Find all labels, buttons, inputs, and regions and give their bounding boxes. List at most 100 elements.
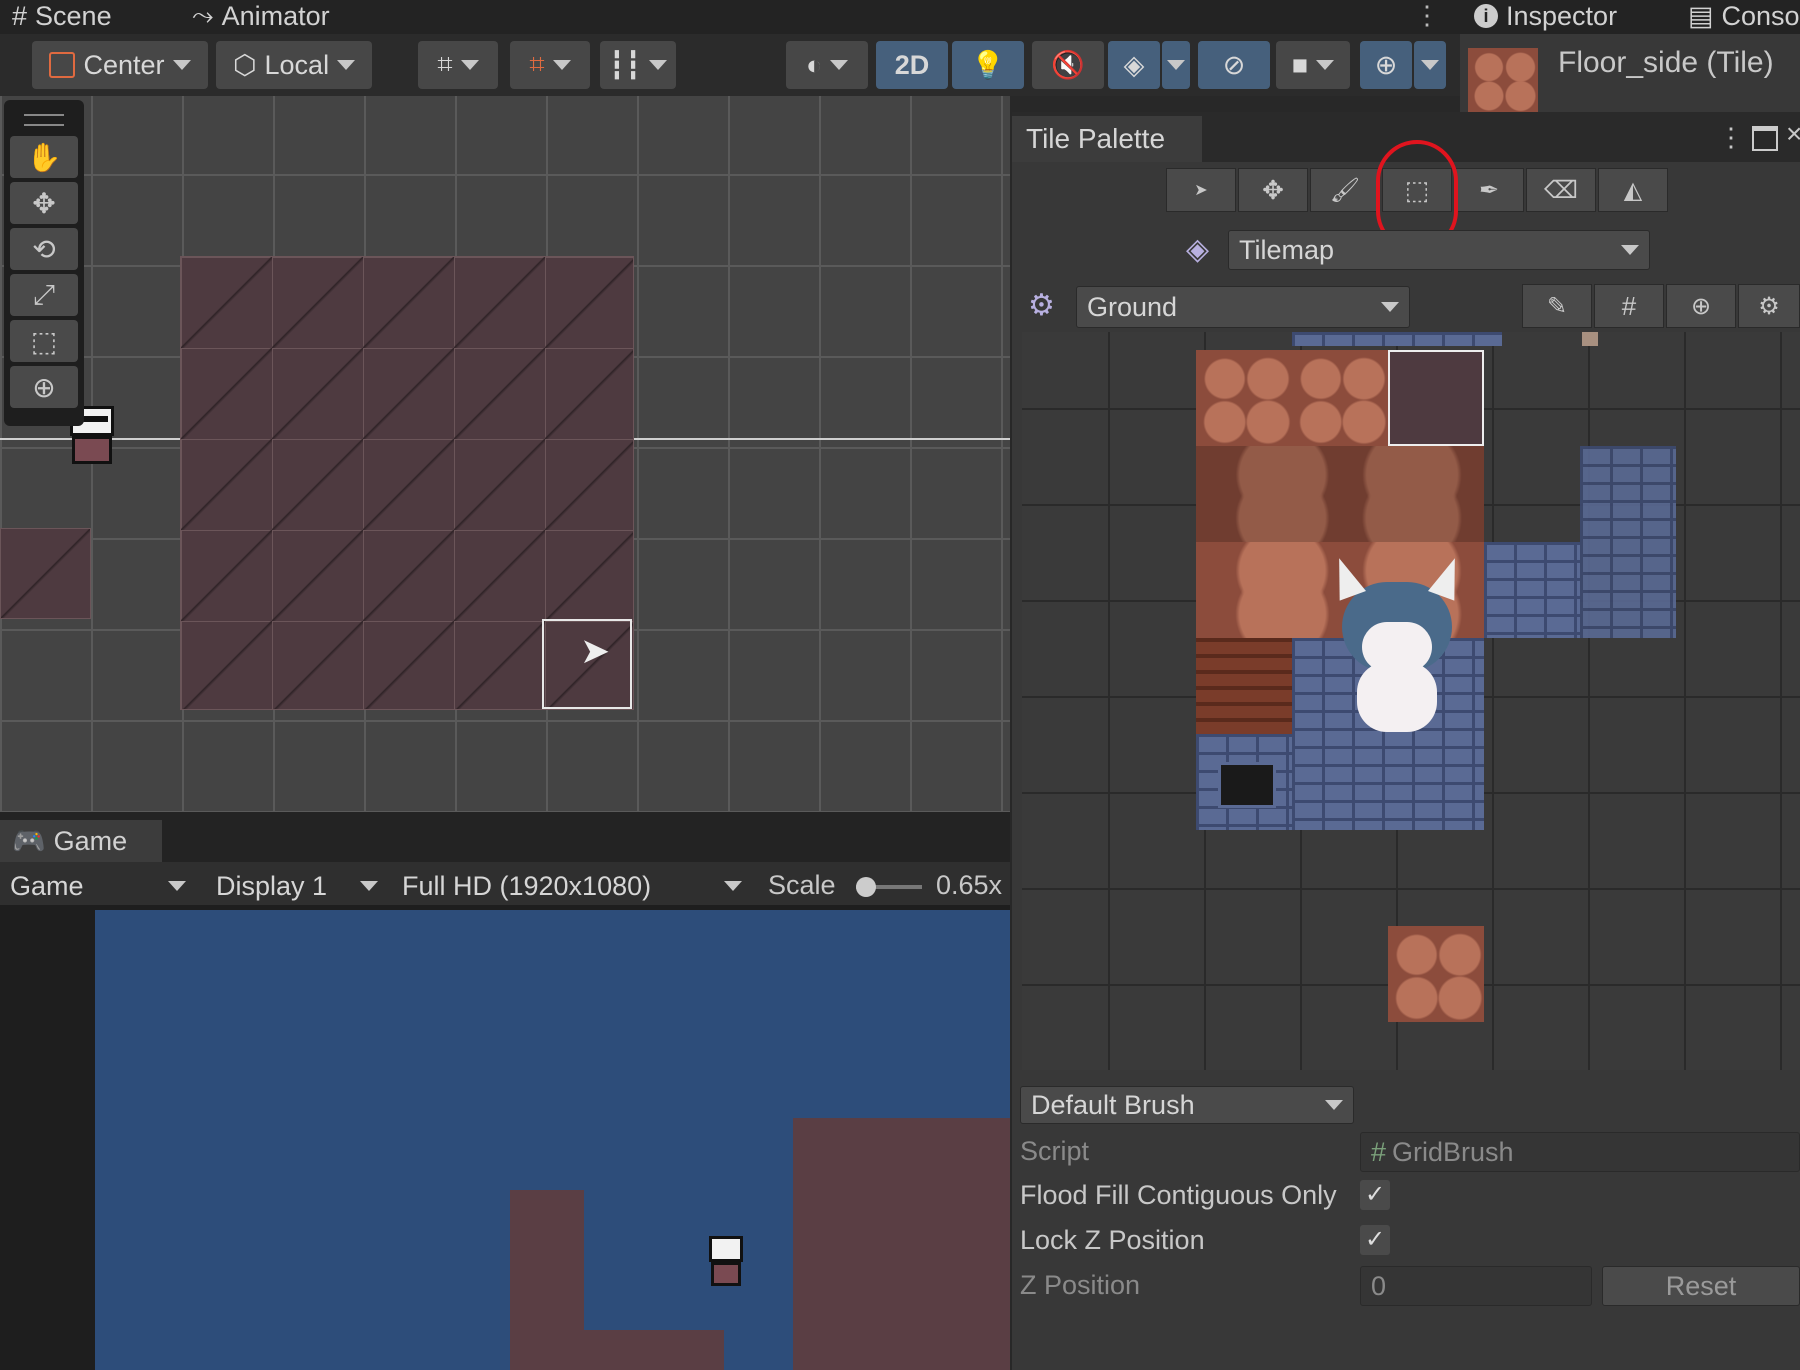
- picker-tool-button[interactable]: ✒: [1454, 168, 1524, 212]
- palette-selected-tile[interactable]: [1388, 350, 1484, 446]
- mouse-pointer-icon: ➤: [580, 630, 611, 671]
- chevron-down-icon: [1316, 60, 1335, 70]
- sphere-icon: ◐: [805, 49, 823, 80]
- reset-button[interactable]: Reset: [1602, 1266, 1800, 1306]
- effects-toggle[interactable]: ◈: [1108, 41, 1160, 89]
- palette-tile: [1388, 926, 1484, 1022]
- scene-tools: ✋ ✥ ⟲ ⤢ ⬚ ⊕: [4, 100, 84, 426]
- active-tilemap-label: Tilemap: [1239, 234, 1335, 265]
- pivot-dropdown[interactable]: Center: [32, 41, 208, 89]
- pencil-icon: ✎: [1546, 292, 1568, 320]
- close-icon[interactable]: ×: [1786, 118, 1800, 150]
- active-tilemap-dropdown[interactable]: Tilemap: [1228, 230, 1650, 270]
- gizmo-toggle-button[interactable]: ⊕: [1666, 284, 1736, 328]
- rect-tool-button[interactable]: ⬚: [10, 320, 78, 362]
- brush-label: Default Brush: [1031, 1089, 1195, 1120]
- display-label: Display 1: [216, 870, 328, 901]
- hidden-objects-toggle[interactable]: ⊘: [1198, 41, 1270, 89]
- game-view-dropdown[interactable]: Game: [0, 864, 196, 908]
- eye-slash-icon: ⊘: [1222, 49, 1246, 80]
- scale-tool-button[interactable]: ⤢: [10, 274, 78, 316]
- eraser-icon: ⌫: [1544, 176, 1578, 204]
- effects-dropdown[interactable]: [1162, 41, 1190, 89]
- chevron-down-icon: [724, 881, 742, 891]
- grid-icon: #: [12, 0, 28, 31]
- ground-pillar: [510, 1190, 584, 1370]
- chevron-down-icon: [1325, 1100, 1343, 1110]
- palette-tile: [1292, 350, 1388, 446]
- gear-icon: ⚙: [1758, 292, 1780, 320]
- chevron-down-icon: [1167, 60, 1185, 70]
- maximize-icon[interactable]: [1752, 126, 1778, 151]
- game-view[interactable]: [95, 910, 1010, 1370]
- brush-dropdown[interactable]: Default Brush: [1020, 1086, 1354, 1124]
- tab-animator[interactable]: ⤳ Animator: [180, 0, 370, 32]
- tab-game[interactable]: 🎮 Game: [0, 820, 162, 862]
- move-tool-button[interactable]: ✥: [10, 182, 78, 224]
- audio-toggle[interactable]: 🔇: [1032, 41, 1104, 89]
- palette-label: Ground: [1087, 291, 1178, 322]
- chevron-down-icon: [360, 881, 378, 891]
- panel-menu-icon[interactable]: ⋮: [1718, 122, 1744, 153]
- tab-scene-label: Scene: [35, 0, 112, 31]
- hand-tool-button[interactable]: ✋: [10, 136, 78, 178]
- scene-view[interactable]: ➤: [0, 96, 1010, 812]
- grid-snap-button[interactable]: ⌗: [418, 41, 498, 89]
- rotate-tool-button[interactable]: ⟲: [10, 228, 78, 270]
- script-field: # GridBrush: [1360, 1132, 1800, 1172]
- increment-snap-button[interactable]: ⌗: [510, 41, 590, 89]
- space-dropdown[interactable]: ⬡ Local: [216, 41, 372, 89]
- scale-slider-handle[interactable]: [856, 877, 876, 897]
- palette-settings-button[interactable]: ⚙: [1738, 284, 1800, 328]
- palette-grid[interactable]: [1022, 332, 1800, 1070]
- mute-icon: 🔇: [1051, 50, 1085, 80]
- ruler-button[interactable]: ┇┇: [600, 41, 676, 89]
- tab-console[interactable]: ▤ Conso: [1676, 0, 1800, 32]
- paint-tool-button[interactable]: 🖌: [1310, 168, 1380, 212]
- 2d-toggle[interactable]: 2D: [876, 41, 948, 89]
- chevron-down-icon: [337, 60, 356, 70]
- select-tool-button[interactable]: ➤: [1166, 168, 1236, 212]
- decorative-sticker: [1322, 552, 1472, 742]
- transform-tool-button[interactable]: ⊕: [10, 366, 78, 408]
- scale-slider[interactable]: [856, 877, 922, 897]
- pivot-icon: [49, 52, 76, 78]
- info-icon: i: [1474, 4, 1498, 28]
- scale-icon: ⤢: [32, 278, 56, 310]
- lock-z-label: Lock Z Position: [1020, 1225, 1205, 1255]
- palette-icon: ⚙: [1028, 289, 1055, 322]
- flood-fill-label: Flood Fill Contiguous Only: [1020, 1180, 1337, 1210]
- eraser-tool-button[interactable]: ⌫: [1526, 168, 1596, 212]
- console-icon: ▤: [1688, 0, 1714, 31]
- display-dropdown[interactable]: Display 1: [206, 864, 388, 908]
- edit-palette-button[interactable]: ✎: [1522, 284, 1592, 328]
- tab-inspector[interactable]: i Inspector: [1462, 0, 1662, 32]
- more-options-icon[interactable]: ⋮: [1414, 0, 1440, 31]
- fill-tool-button[interactable]: ◭: [1598, 168, 1668, 212]
- gizmos-toggle[interactable]: ⊕: [1360, 41, 1412, 89]
- move-tile-tool-button[interactable]: ✥: [1238, 168, 1308, 212]
- rotate-icon: ⟲: [32, 233, 56, 265]
- tab-tile-palette[interactable]: Tile Palette: [1012, 116, 1202, 162]
- pivot-label: Center: [83, 49, 165, 80]
- palette-tile: [1196, 350, 1292, 446]
- camera-button[interactable]: ■: [1276, 41, 1350, 89]
- lock-z-checkbox[interactable]: ✓: [1360, 1225, 1390, 1255]
- drag-handle[interactable]: [24, 114, 64, 126]
- z-position-field[interactable]: 0: [1360, 1266, 1592, 1306]
- script-label: Script: [1020, 1136, 1090, 1166]
- chevron-down-icon: [1621, 245, 1639, 255]
- script-value: GridBrush: [1392, 1136, 1514, 1167]
- palette-tile: [1484, 542, 1580, 638]
- resolution-dropdown[interactable]: Full HD (1920x1080): [392, 864, 752, 908]
- shading-mode-button[interactable]: ◐: [786, 41, 868, 89]
- grid-toggle-button[interactable]: #: [1594, 284, 1664, 328]
- flood-fill-checkbox[interactable]: ✓: [1360, 1180, 1390, 1210]
- palette-dropdown[interactable]: Ground: [1076, 286, 1410, 328]
- tab-scene[interactable]: # Scene: [0, 0, 170, 32]
- chevron-down-icon: [460, 60, 479, 70]
- transform-icon: ⊕: [32, 371, 56, 403]
- palette-tile: [1580, 446, 1676, 638]
- lighting-toggle[interactable]: 💡: [952, 41, 1024, 89]
- gizmos-dropdown[interactable]: [1414, 41, 1446, 89]
